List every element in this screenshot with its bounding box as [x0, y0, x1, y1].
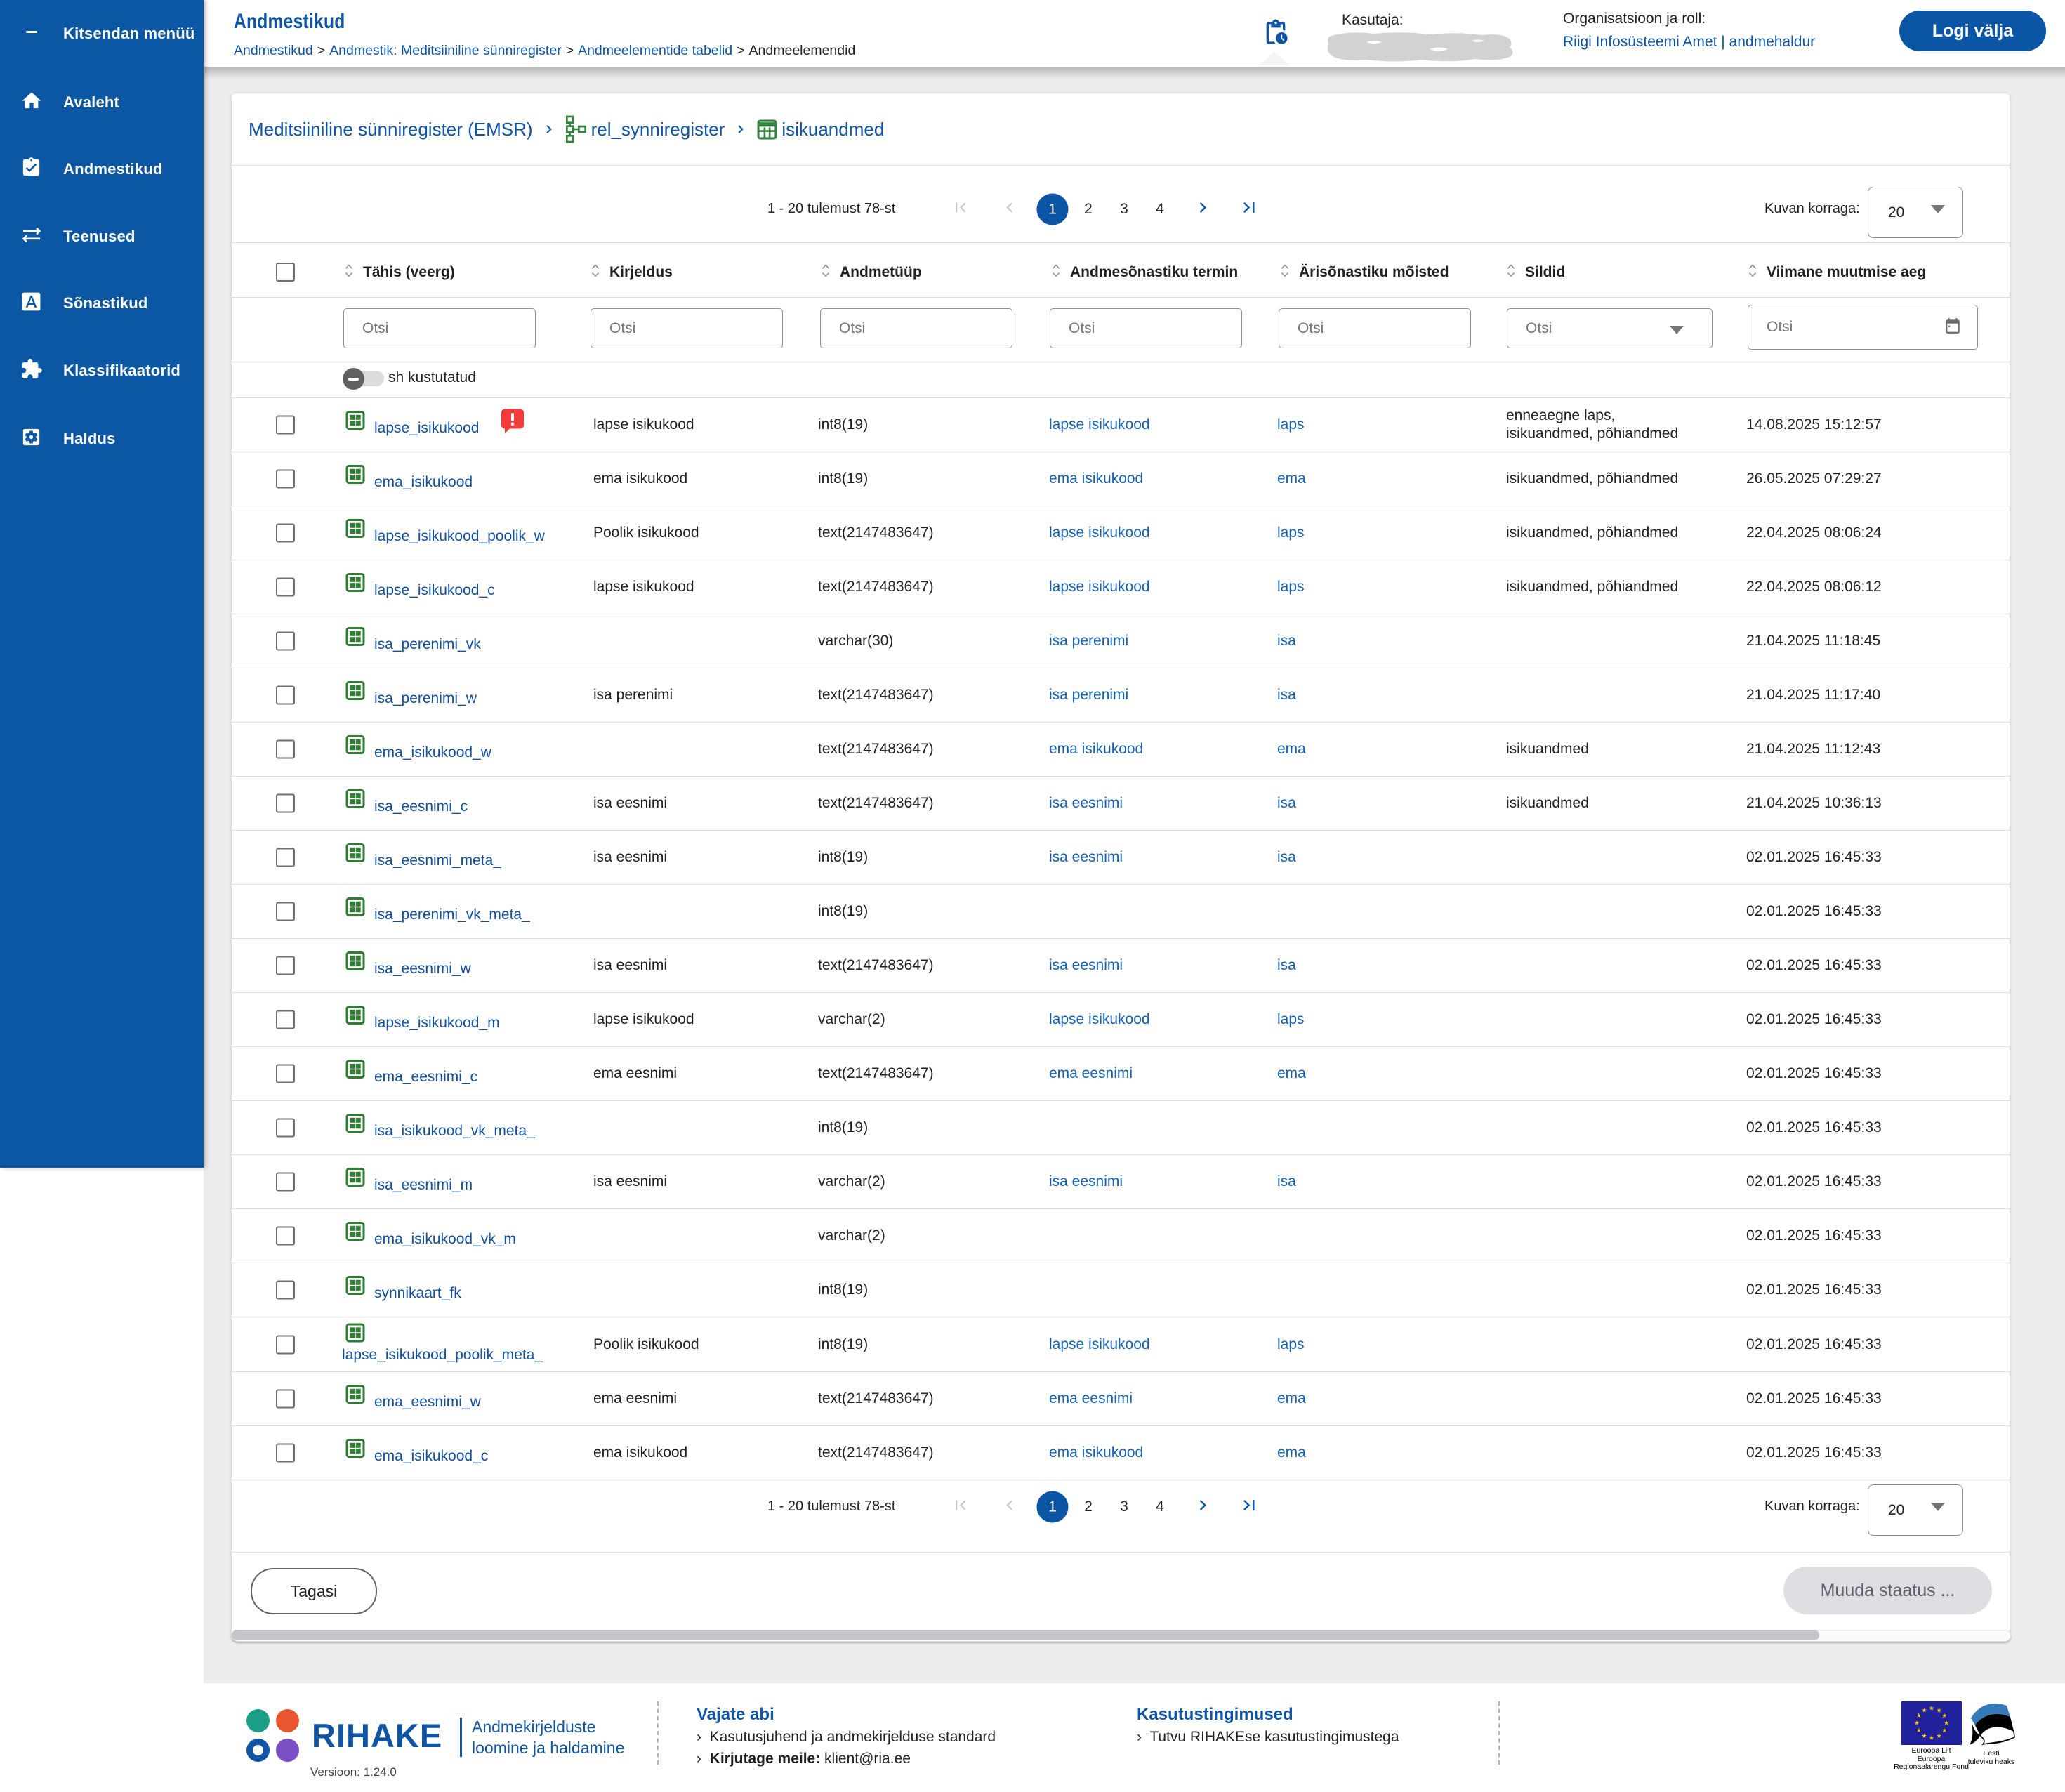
svg-text:★: ★: [1921, 1732, 1927, 1739]
svg-text:★: ★: [1916, 1727, 1922, 1734]
svg-text:★: ★: [1921, 1706, 1927, 1713]
svg-text:★: ★: [1941, 1727, 1947, 1734]
svg-text:★: ★: [1944, 1720, 1949, 1727]
svg-text:★: ★: [1914, 1720, 1920, 1727]
svg-text:★: ★: [1929, 1734, 1934, 1741]
svg-text:★: ★: [1936, 1732, 1941, 1739]
svg-text:★: ★: [1941, 1712, 1947, 1719]
svg-text:★: ★: [1929, 1705, 1934, 1712]
